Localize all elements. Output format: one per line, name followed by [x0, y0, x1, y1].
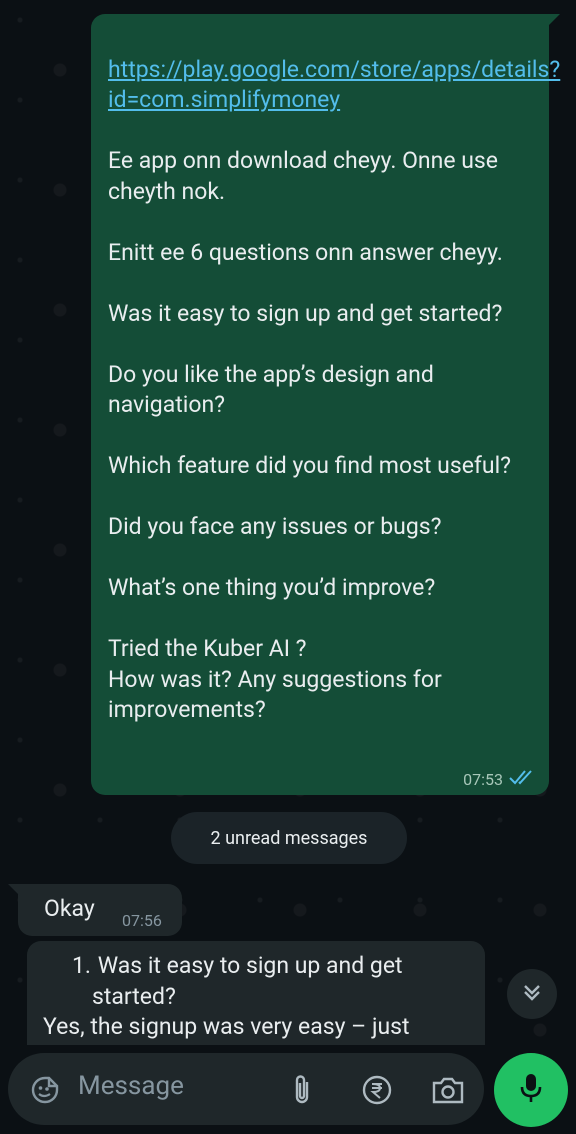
chevron-double-down-icon — [521, 981, 543, 1007]
attach-icon[interactable] — [290, 1073, 314, 1107]
mic-icon — [519, 1072, 543, 1108]
incoming-answer-text: Yes, the signup was very easy – just — [43, 1013, 410, 1040]
outgoing-message-link-text: https://play.google.com/store/apps/detai… — [108, 24, 560, 116]
voice-message-button[interactable] — [494, 1053, 568, 1127]
incoming-message-text: Okay — [44, 895, 95, 922]
rupee-payment-icon[interactable] — [361, 1074, 393, 1106]
message-time: 07:56 — [122, 911, 162, 930]
double-check-read-icon — [509, 769, 535, 789]
message-meta: 07:53 — [463, 769, 535, 789]
message-input-container[interactable]: Message — [8, 1053, 484, 1125]
emoji-sticker-icon[interactable] — [30, 1075, 60, 1105]
unread-messages-divider: 2 unread messages — [171, 812, 407, 864]
list-item-continuation: started? — [92, 982, 176, 1010]
list-item: 1. Was it easy to sign up and get — [43, 951, 469, 982]
message-composer-bar: Message — [0, 1045, 576, 1134]
outgoing-message-bubble[interactable]: https://play.google.com/store/apps/detai… — [91, 14, 560, 795]
bubble-tail — [8, 884, 20, 896]
scroll-to-bottom-button[interactable] — [507, 969, 557, 1019]
list-item-text: Was it easy to sign up and get — [97, 952, 403, 979]
list-number: 1. — [72, 952, 91, 979]
incoming-message-bubble[interactable]: 1. Was it easy to sign up and get starte… — [27, 941, 485, 1050]
outgoing-message-text: Ee app onn download cheyy. Onne use chey… — [108, 147, 512, 723]
message-link[interactable]: https://play.google.com/store/apps/detai… — [108, 56, 560, 114]
incoming-message-bubble[interactable]: Okay 07:56 — [8, 884, 182, 936]
message-input[interactable]: Message — [78, 1071, 184, 1101]
chat-area[interactable]: https://play.google.com/store/apps/detai… — [0, 0, 576, 1050]
camera-icon[interactable] — [431, 1074, 465, 1106]
bubble-tail — [548, 14, 560, 26]
message-time: 07:53 — [463, 769, 503, 789]
